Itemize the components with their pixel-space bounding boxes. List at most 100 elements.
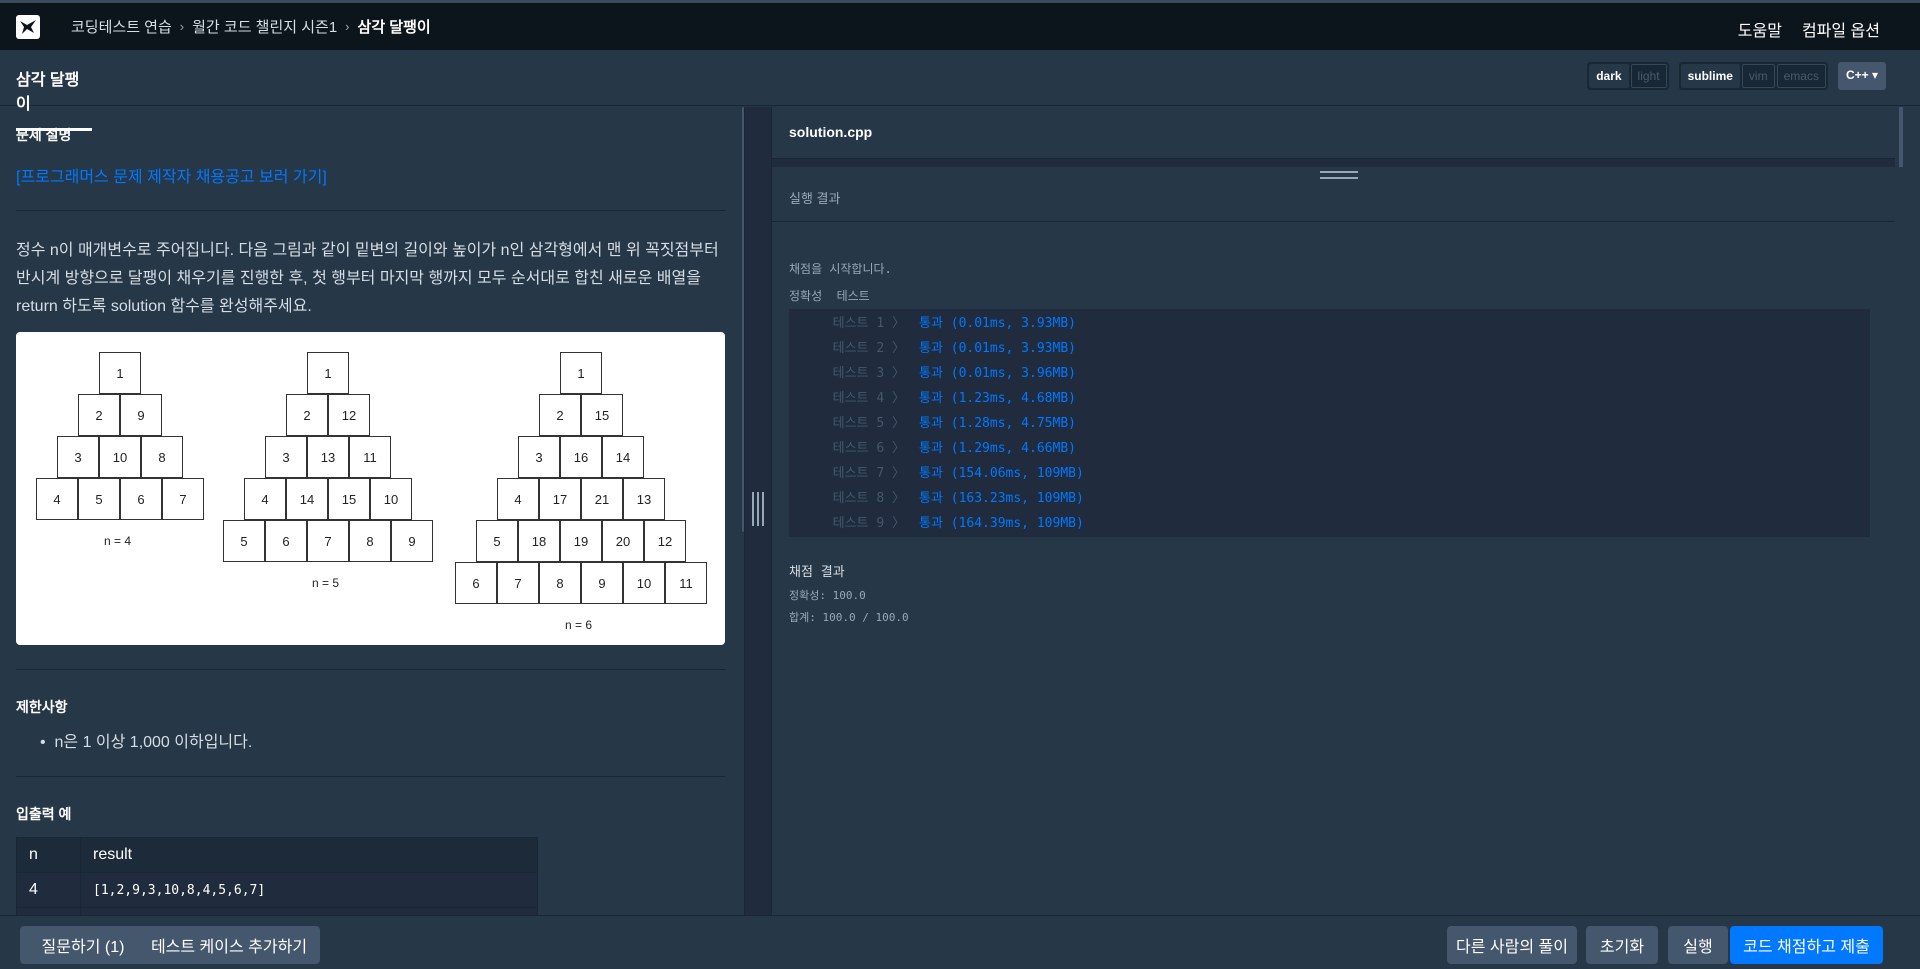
cell-result: [1,2,9,3,10,8,4,5,6,7] xyxy=(80,872,538,908)
triangle-cell: 15 xyxy=(328,478,370,520)
triangle-cell: 20 xyxy=(602,520,644,562)
triangle-cell: 8 xyxy=(141,436,183,478)
triangle-cell: 6 xyxy=(120,478,162,520)
panel-splitter[interactable] xyxy=(744,107,772,915)
test-name: 테스트 6 〉 xyxy=(832,441,905,456)
description-heading: 문제 설명 xyxy=(16,127,72,143)
triangle-cell: 12 xyxy=(644,520,686,562)
test-name: 테스트 5 〉 xyxy=(832,416,905,431)
test-status: 통과 (0.01ms, 3.96MB) xyxy=(919,366,1076,381)
category-label: 정확성 테스트 xyxy=(789,289,870,303)
start-message: 채점을 시작합니다. xyxy=(789,262,892,276)
add-testcase-button[interactable]: 테스트 케이스 추가하기 xyxy=(138,926,320,964)
triangle-cell: 2 xyxy=(78,394,120,436)
keymap-emacs-button[interactable]: emacs xyxy=(1776,64,1826,88)
test-row: 테스트 1 〉 통과 (0.01ms, 3.93MB) xyxy=(789,309,1870,334)
constraints-heading: 제한사항 xyxy=(16,699,68,715)
cell-n: 4 xyxy=(16,872,81,908)
cell-result xyxy=(80,907,538,915)
result-title: 실행 결과 xyxy=(789,191,841,206)
breadcrumb: 코딩테스트 연습 › 월간 코드 챌린지 시즌1 › 삼각 달팽이 xyxy=(71,16,431,37)
triangle-cell: 14 xyxy=(602,436,644,478)
divider xyxy=(16,776,725,777)
triangle-cell: 7 xyxy=(162,478,204,520)
triangle-cell: 2 xyxy=(286,394,328,436)
breadcrumb-item-challenge[interactable]: 월간 코드 챌린지 시즌1 xyxy=(192,16,337,37)
io-heading: 입출력 예 xyxy=(16,806,72,822)
table-row: 5 xyxy=(16,907,538,915)
top-links: 도움말 컴파일 옵션 xyxy=(1738,17,1880,41)
test-row: 테스트 4 〉 통과 (1.23ms, 4.68MB) xyxy=(789,384,1870,409)
reset-button[interactable]: 초기화 xyxy=(1586,926,1658,964)
triangle-cell: 4 xyxy=(244,478,286,520)
triangle-cell: 15 xyxy=(581,394,623,436)
run-button[interactable]: 실행 xyxy=(1668,926,1728,964)
theme-light-button[interactable]: light xyxy=(1630,64,1667,88)
test-name: 테스트 8 〉 xyxy=(832,491,905,506)
triangle-cell: 7 xyxy=(497,562,539,604)
total-score: 합계: 100.0 / 100.0 xyxy=(789,611,909,624)
divider xyxy=(16,210,725,211)
triangle-cell: 17 xyxy=(539,478,581,520)
editor-scrollbar-thumb[interactable] xyxy=(1899,107,1903,167)
programmers-logo-icon[interactable] xyxy=(16,14,40,39)
triangle-cell: 4 xyxy=(36,478,78,520)
test-row: 테스트 3 〉 통과 (0.01ms, 3.96MB) xyxy=(789,359,1870,384)
triangle-label: n = 4 xyxy=(104,534,132,548)
submit-button[interactable]: 코드 채점하고 제출 xyxy=(1730,926,1883,964)
triangle-cell: 1 xyxy=(99,352,141,394)
file-bar: solution.cpp xyxy=(772,107,1895,159)
keymap-vim-button[interactable]: vim xyxy=(1741,64,1775,88)
test-name: 테스트 4 〉 xyxy=(832,391,905,406)
test-row: 테스트 2 〉 통과 (0.01ms, 3.93MB) xyxy=(789,334,1870,359)
triangle-cell: 11 xyxy=(665,562,707,604)
language-label: C++ xyxy=(1845,68,1869,82)
table-header-row: n result xyxy=(16,837,538,873)
test-row: 테스트 6 〉 통과 (1.29ms, 4.66MB) xyxy=(789,434,1870,459)
triangle-cell: 8 xyxy=(539,562,581,604)
test-status: 통과 (164.39ms, 109MB) xyxy=(919,516,1084,531)
test-status: 통과 (1.23ms, 4.68MB) xyxy=(919,391,1076,406)
triangle-cell: 18 xyxy=(518,520,560,562)
language-select[interactable]: C++ ▾ xyxy=(1837,62,1886,90)
editor-scrollbar-track xyxy=(1895,107,1905,915)
code-editor[interactable] xyxy=(772,159,1895,167)
editor-options: dark light sublime vim emacs C++ ▾ xyxy=(1587,62,1886,90)
triangle-cell: 16 xyxy=(560,436,602,478)
triangle-cell: 3 xyxy=(57,436,99,478)
triangle-cell: 9 xyxy=(120,394,162,436)
others-solutions-button[interactable]: 다른 사람의 풀이 xyxy=(1447,926,1577,964)
column-header-result: result xyxy=(80,837,538,873)
test-name: 테스트 3 〉 xyxy=(832,366,905,381)
test-name: 테스트 1 〉 xyxy=(832,316,905,331)
triangle-cell: 5 xyxy=(476,520,518,562)
drag-handle-icon[interactable] xyxy=(752,492,764,526)
problem-description: 정수 n이 매개변수로 주어집니다. 다음 그림과 같이 밑변의 길이와 높이가… xyxy=(16,242,719,315)
accuracy-score: 정확성: 100.0 xyxy=(789,589,866,602)
keymap-sublime-button[interactable]: sublime xyxy=(1680,64,1740,88)
column-header-n: n xyxy=(16,837,81,873)
test-status: 통과 (0.01ms, 3.93MB) xyxy=(919,341,1076,356)
test-status: 통과 (1.28ms, 4.75MB) xyxy=(919,416,1076,431)
caret-down-icon: ▾ xyxy=(1871,68,1878,82)
test-name: 테스트 7 〉 xyxy=(832,466,905,481)
recruit-link[interactable]: [프로그래머스 문제 제작자 채용공고 보러 가기] xyxy=(16,163,327,187)
top-nav: 코딩테스트 연습 › 월간 코드 챌린지 시즌1 › 삼각 달팽이 도움말 컴파… xyxy=(0,0,1920,50)
theme-dark-button[interactable]: dark xyxy=(1589,64,1629,88)
test-row: 테스트 5 〉 통과 (1.28ms, 4.75MB) xyxy=(789,409,1870,434)
triangle-cell: 1 xyxy=(307,352,349,394)
question-button[interactable]: 질문하기 (1) xyxy=(20,926,146,964)
test-row: 테스트 8 〉 통과 (163.23ms, 109MB) xyxy=(789,484,1870,509)
triangle-cell: 12 xyxy=(328,394,370,436)
test-status: 통과 (0.01ms, 3.93MB) xyxy=(919,316,1076,331)
compile-options-link[interactable]: 컴파일 옵션 xyxy=(1802,17,1880,41)
breadcrumb-item-current: 삼각 달팽이 xyxy=(357,19,431,36)
help-link[interactable]: 도움말 xyxy=(1738,17,1782,41)
triangle-cell: 14 xyxy=(286,478,328,520)
triangle-cell: 13 xyxy=(623,478,665,520)
triangle-cell: 3 xyxy=(265,436,307,478)
triangle-cell: 10 xyxy=(370,478,412,520)
constraint-text: n은 1 이상 1,000 이하입니다. xyxy=(54,734,253,751)
breadcrumb-item-coding-test[interactable]: 코딩테스트 연습 xyxy=(71,16,172,37)
triangle-cell: 2 xyxy=(539,394,581,436)
